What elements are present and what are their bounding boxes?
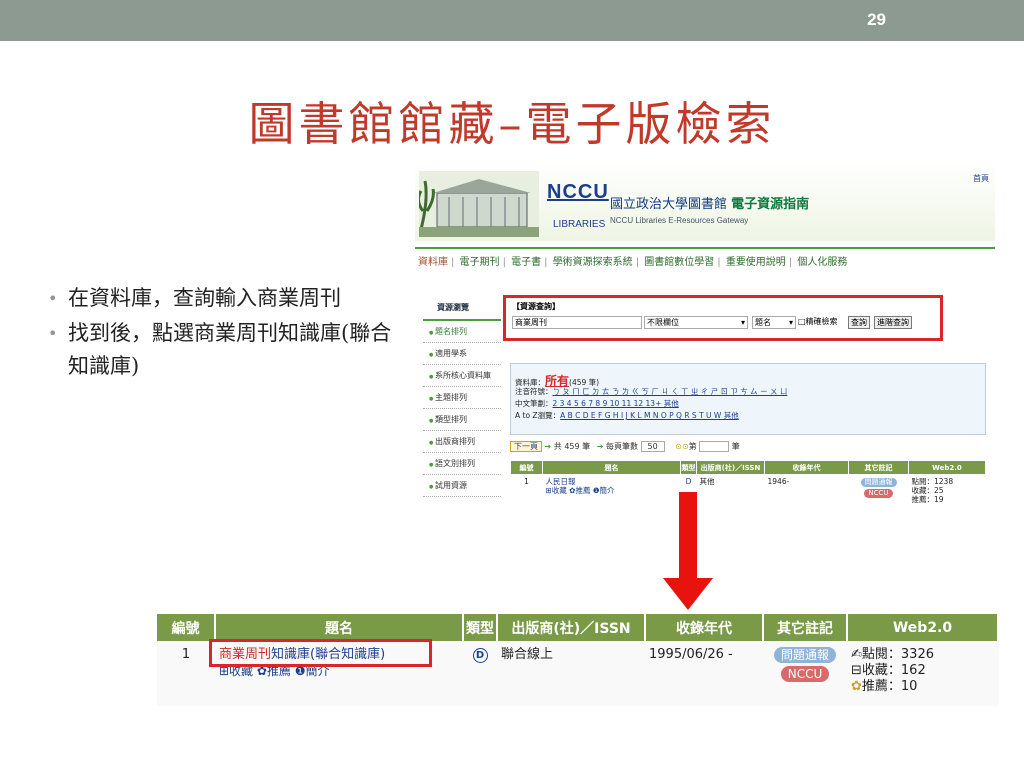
library-site-screenshot: NCCU LIBRARIES 國立政治大學圖書館 電子資源指南 NCCU Lib… <box>415 163 995 525</box>
sidebar-item-subject[interactable]: 主題排列 <box>423 387 501 409</box>
home-link[interactable]: 首頁 <box>973 173 989 184</box>
site-subtitle: NCCU Libraries E-Resources Gateway <box>610 216 749 225</box>
advanced-search-button[interactable]: 進階查詢 <box>874 316 912 329</box>
star-icon: ✿ <box>851 679 862 694</box>
pager-bar: 下一頁 ➔ 共 459 筆 ➔ 每頁筆數 50 ⊙⊙第 筆 <box>510 441 986 455</box>
nav-ejournals[interactable]: 電子期刊 <box>460 257 500 268</box>
main-nav: 資料庫 | 電子期刊 | 電子書 | 學術資源探索系統 | 圖書館數位學習 | 重要使用說… <box>415 247 995 268</box>
sidebar-item-language[interactable]: 語文別排列 <box>423 453 501 475</box>
sidebar-item-department[interactable]: 適用學系 <box>423 343 501 365</box>
type-select[interactable]: 題名 ▾ <box>752 316 796 329</box>
browse-sidebar: 資源瀏覽 題名排列 適用學系 系所核心資料庫 主題排列 類型排列 出版商排列 語… <box>423 298 501 497</box>
field-select[interactable]: 不限欄位 ▾ <box>644 316 748 329</box>
bullet-item: 在資料庫，查詢輸入商業周刊 <box>48 282 393 315</box>
highlight-box <box>209 639 432 667</box>
nav-elearning[interactable]: 圖書館數位學習 <box>644 257 714 268</box>
database-browse-box: 資料庫：所有(459 筆) 注音符號：ㄅ ㄆ ㄇ ㄈ ㄉ ㄊ ㄋ ㄌ ㄍ ㄎ ㄏ… <box>510 363 986 435</box>
database-type-icon: D <box>472 648 488 663</box>
site-banner: NCCU LIBRARIES 國立政治大學圖書館 電子資源指南 NCCU Lib… <box>415 163 995 241</box>
exact-search-checkbox[interactable]: □精確檢索 <box>798 316 838 327</box>
nav-ebooks[interactable]: 電子書 <box>511 257 541 268</box>
search-button[interactable]: 查詢 <box>848 316 870 329</box>
nccu-badge: NCCU <box>780 666 830 682</box>
zhuyin-links[interactable]: ㄅ ㄆ ㄇ ㄈ ㄉ ㄊ ㄋ ㄌ ㄍ ㄎ ㄏ ㄐ ㄑ ㄒ ㄓ ㄔ ㄕ ㄖ ㄗ ㄘ … <box>553 387 788 396</box>
nav-databases[interactable]: 資料庫 <box>418 257 448 268</box>
stroke-links[interactable]: 2 3 4 5 6 7 8 9 10 11 12 13+ 其他 <box>553 399 679 408</box>
sidebar-item-publisher[interactable]: 出版商排列 <box>423 431 501 453</box>
nccu-badge: NCCU <box>864 489 893 498</box>
table-row: 1 人民日報 ⊞收藏 ✿推薦 ❶簡介 D 其他 1946- 問題通報 NCCU 點閱… <box>511 475 986 507</box>
sidebar-title: 資源瀏覽 <box>423 298 501 321</box>
down-arrow-icon <box>663 492 713 610</box>
slide-number: 29 <box>867 10 886 29</box>
per-page-select[interactable]: 50 <box>640 441 665 452</box>
recommend-count: ✿推薦：10 <box>851 679 918 694</box>
result-number: 1 <box>181 647 191 662</box>
results-table-small: 編號 題名 類型 出版商(社)／ISSN 收錄年代 其它註記 Web2.0 1 … <box>510 460 986 506</box>
result-actions[interactable]: ⊞收藏 ✿推薦 ❶簡介 <box>546 486 678 495</box>
query-title: 【資源查詢】 <box>512 302 560 311</box>
folder-icon: ⊟ <box>851 663 862 678</box>
sidebar-item-title[interactable]: 題名排列 <box>423 321 501 343</box>
thumb-icon: ✍ <box>851 647 862 662</box>
resource-query-box: 【資源查詢】 商業周刊 不限欄位 ▾ 題名 ▾ □精確檢索 查詢 進階查詢 <box>503 295 943 341</box>
slide-top-bar: 29 <box>0 0 1024 41</box>
bullet-item: 找到後，點選商業周刊知識庫(聯合知識庫) <box>48 317 393 383</box>
bullet-list: 在資料庫，查詢輸入商業周刊 找到後，點選商業周刊知識庫(聯合知識庫) <box>48 282 393 385</box>
libraries-logo-text: LIBRARIES <box>553 219 606 230</box>
nav-discovery[interactable]: 學術資源探索系統 <box>553 257 633 268</box>
publisher: 聯合線上 <box>501 647 554 662</box>
sidebar-item-type[interactable]: 類型排列 <box>423 409 501 431</box>
report-problem-button[interactable]: 問題通報 <box>773 647 836 663</box>
page-input[interactable] <box>699 441 730 452</box>
sidebar-item-core-db[interactable]: 系所核心資料庫 <box>423 365 501 387</box>
coverage-years: 1995/06/26 - <box>649 647 733 662</box>
slide-title: 圖書館館藏–電子版檢索 <box>248 97 776 151</box>
nccu-logo: NCCU <box>547 181 609 203</box>
site-title: 國立政治大學圖書館 電子資源指南 <box>610 197 810 212</box>
favorites-count: ⊟收藏：162 <box>851 663 926 678</box>
views-count: ✍點閱：3326 <box>851 647 934 662</box>
next-page-button[interactable]: 下一頁 <box>510 441 542 452</box>
nav-instructions[interactable]: 重要使用說明 <box>726 257 786 268</box>
nav-personal[interactable]: 個人化服務 <box>797 257 847 268</box>
search-input[interactable]: 商業周刊 <box>512 316 642 329</box>
az-links[interactable]: A B C D E F G H I J K L M N O P Q R S T … <box>560 411 739 420</box>
sidebar-item-trial[interactable]: 試用資源 <box>423 475 501 497</box>
library-building-image <box>419 171 539 237</box>
result-title-link[interactable]: 人民日報 <box>546 477 678 486</box>
report-problem-button[interactable]: 問題通報 <box>860 478 897 487</box>
